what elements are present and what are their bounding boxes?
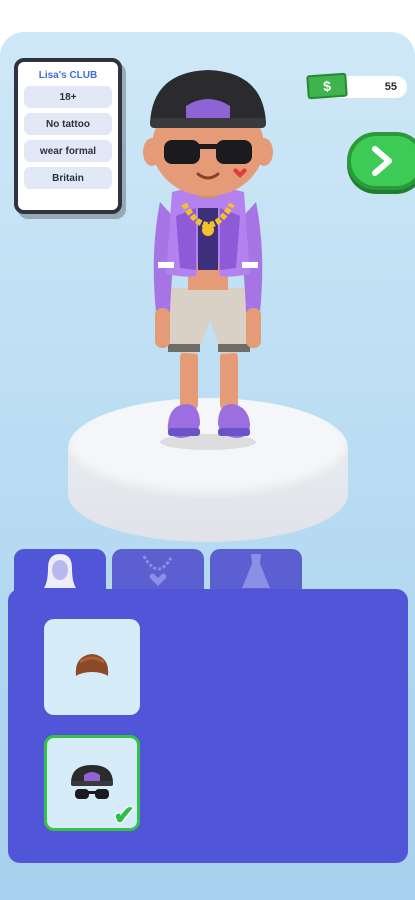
avatar-character bbox=[143, 70, 273, 450]
tab-dress[interactable] bbox=[210, 549, 302, 593]
item-slot-brown-hair[interactable] bbox=[44, 619, 140, 715]
item-slot-black-cap[interactable]: ✔ bbox=[44, 735, 140, 831]
necklace-icon bbox=[142, 555, 174, 586]
selected-check-icon: ✔ bbox=[113, 800, 135, 830]
tab-necklace[interactable] bbox=[112, 549, 204, 593]
game-scene: Lisa's CLUB 18+ No tattoo wear formal Br… bbox=[0, 32, 415, 900]
item-panel: ✔ bbox=[8, 589, 408, 863]
hair-icon bbox=[44, 554, 76, 588]
black-cap-sunglasses-icon bbox=[71, 765, 113, 799]
brown-hair-icon bbox=[75, 654, 109, 676]
tab-hair[interactable] bbox=[14, 549, 106, 593]
dress-icon bbox=[242, 554, 270, 588]
category-tabs bbox=[14, 549, 404, 593]
